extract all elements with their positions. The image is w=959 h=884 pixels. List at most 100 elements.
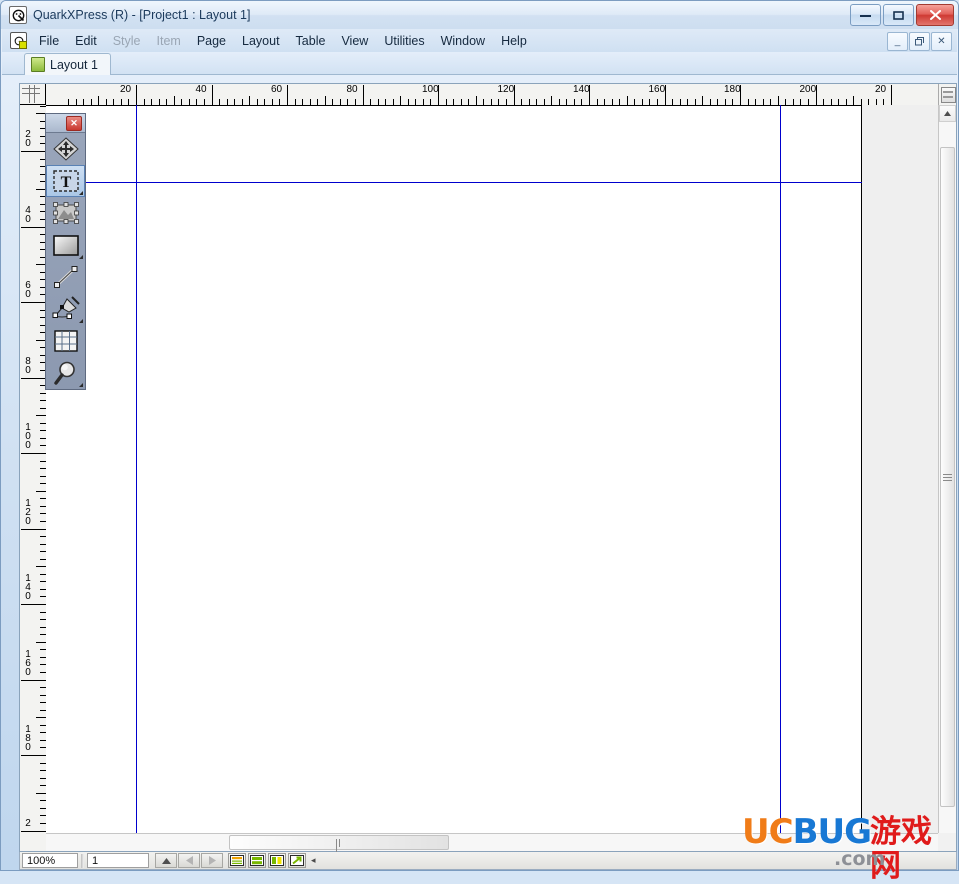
rectangle-box-tool[interactable]	[46, 229, 85, 261]
ruler-label: 80	[347, 85, 358, 95]
page-top-edge	[46, 105, 862, 106]
menu-item-file[interactable]: File	[31, 31, 67, 51]
ruler-label: 200	[800, 85, 817, 95]
mdi-window-controls: _ ✕	[887, 32, 952, 51]
ruler-tick	[21, 302, 46, 303]
tools-palette[interactable]: ✕ T	[45, 113, 86, 390]
ruler-tick	[21, 378, 46, 379]
line-tool[interactable]	[46, 261, 85, 293]
split-vertical-view-button[interactable]	[268, 853, 286, 868]
zoom-tool[interactable]	[46, 357, 85, 389]
ruler-minor-tick	[36, 491, 46, 492]
next-page-button[interactable]	[201, 853, 223, 868]
vertical-scrollbar[interactable]	[938, 105, 956, 833]
tab-layout-1[interactable]: Layout 1	[24, 53, 111, 75]
table-tool[interactable]	[46, 325, 85, 357]
layout-tab-strip: Layout 1	[2, 52, 957, 75]
ruler-minor-tick	[98, 96, 99, 105]
ruler-label: 160	[22, 650, 34, 677]
vertical-scroll-thumb[interactable]	[940, 147, 955, 807]
document-icon	[10, 32, 27, 49]
mdi-restore-button[interactable]	[909, 32, 930, 51]
page-list-button[interactable]	[155, 853, 177, 868]
ruler-corner[interactable]	[20, 84, 46, 105]
ruler-minor-tick	[36, 415, 46, 416]
margin-guide-top	[46, 182, 862, 183]
ruler-label: 100	[422, 85, 439, 95]
ruler-minor-tick	[174, 96, 175, 105]
menu-item-style: Style	[105, 31, 149, 51]
ruler-minor-tick	[325, 96, 326, 105]
palette-title-bar[interactable]: ✕	[46, 114, 85, 133]
horizontal-scroll-thumb[interactable]	[229, 835, 449, 850]
window-title: QuarkXPress (R) - [Project1 : Layout 1]	[33, 8, 250, 22]
ruler-label: 120	[22, 499, 34, 526]
ruler-tick	[891, 85, 892, 105]
menu-item-table[interactable]: Table	[288, 31, 334, 51]
menu-item-help[interactable]: Help	[493, 31, 535, 51]
previous-page-button[interactable]	[178, 853, 200, 868]
item-move-tool[interactable]	[46, 133, 85, 165]
title-bar: QuarkXPress (R) - [Project1 : Layout 1]	[1, 1, 958, 29]
status-divider	[81, 854, 84, 868]
document-frame: 2040608010012014016018020020 20406080100…	[19, 83, 957, 852]
page-number-field[interactable]: 1	[87, 853, 149, 868]
ruler-origin-box[interactable]	[938, 84, 956, 105]
ruler-minor-tick	[36, 566, 46, 567]
ruler-label: 20	[120, 85, 131, 95]
split-horizontal-view-button[interactable]	[248, 853, 266, 868]
ruler-label: 60	[271, 85, 282, 95]
menu-item-page[interactable]: Page	[189, 31, 234, 51]
ruler-tick	[21, 604, 46, 605]
status-bar: 100% 1	[19, 852, 957, 870]
bezier-pen-tool[interactable]	[46, 293, 85, 325]
ruler-tick	[21, 755, 46, 756]
maximize-button[interactable]	[883, 4, 914, 26]
ruler-label: 160	[649, 85, 666, 95]
status-splitter-handle[interactable]: ◂	[311, 855, 316, 866]
ruler-tick	[21, 151, 46, 152]
ruler-minor-tick	[36, 642, 46, 643]
mdi-minimize-button[interactable]: _	[887, 32, 908, 51]
palette-close-icon[interactable]: ✕	[66, 116, 82, 131]
zoom-percentage-field[interactable]: 100%	[22, 853, 78, 868]
move-arrows-icon	[53, 137, 79, 161]
ruler-tick	[21, 529, 46, 530]
ruler-minor-tick	[476, 96, 477, 105]
minimize-button[interactable]	[850, 4, 881, 26]
line-icon	[53, 265, 79, 289]
layout-canvas[interactable]	[46, 105, 938, 833]
scroll-up-button[interactable]	[939, 105, 956, 122]
text-box-tool[interactable]: T	[46, 165, 85, 197]
menu-item-utilities[interactable]: Utilities	[376, 31, 432, 51]
ruler-label: 140	[573, 85, 590, 95]
picture-box-tool[interactable]	[46, 197, 85, 229]
ruler-tick	[21, 453, 46, 454]
ruler-label: 2	[22, 819, 34, 828]
magnifier-icon	[53, 360, 79, 386]
picture-box-icon	[52, 201, 80, 225]
close-button[interactable]	[916, 4, 954, 26]
expand-view-button[interactable]	[288, 853, 306, 868]
single-page-view-button[interactable]	[228, 853, 246, 868]
menu-item-window[interactable]: Window	[433, 31, 493, 51]
ruler-tick	[21, 831, 46, 832]
horizontal-scrollbar[interactable]	[46, 833, 938, 851]
ruler-label: 180	[22, 725, 34, 752]
menu-item-layout[interactable]: Layout	[234, 31, 288, 51]
table-grid-icon	[54, 330, 78, 352]
ruler-label: 40	[22, 206, 34, 224]
ruler-minor-tick	[249, 96, 250, 105]
vertical-ruler[interactable]: 204060801001201401601802	[20, 105, 47, 851]
menu-item-view[interactable]: View	[333, 31, 376, 51]
mdi-close-button[interactable]: ✕	[931, 32, 952, 51]
page-icon	[31, 57, 45, 72]
ruler-minor-tick	[551, 96, 552, 105]
horizontal-ruler[interactable]: 2040608010012014016018020020	[46, 84, 938, 106]
margin-guide-left	[136, 105, 137, 833]
page-area[interactable]	[46, 105, 862, 833]
menu-item-edit[interactable]: Edit	[67, 31, 105, 51]
ruler-minor-tick	[853, 96, 854, 105]
text-box-icon: T	[53, 170, 79, 192]
ruler-tick	[21, 227, 46, 228]
